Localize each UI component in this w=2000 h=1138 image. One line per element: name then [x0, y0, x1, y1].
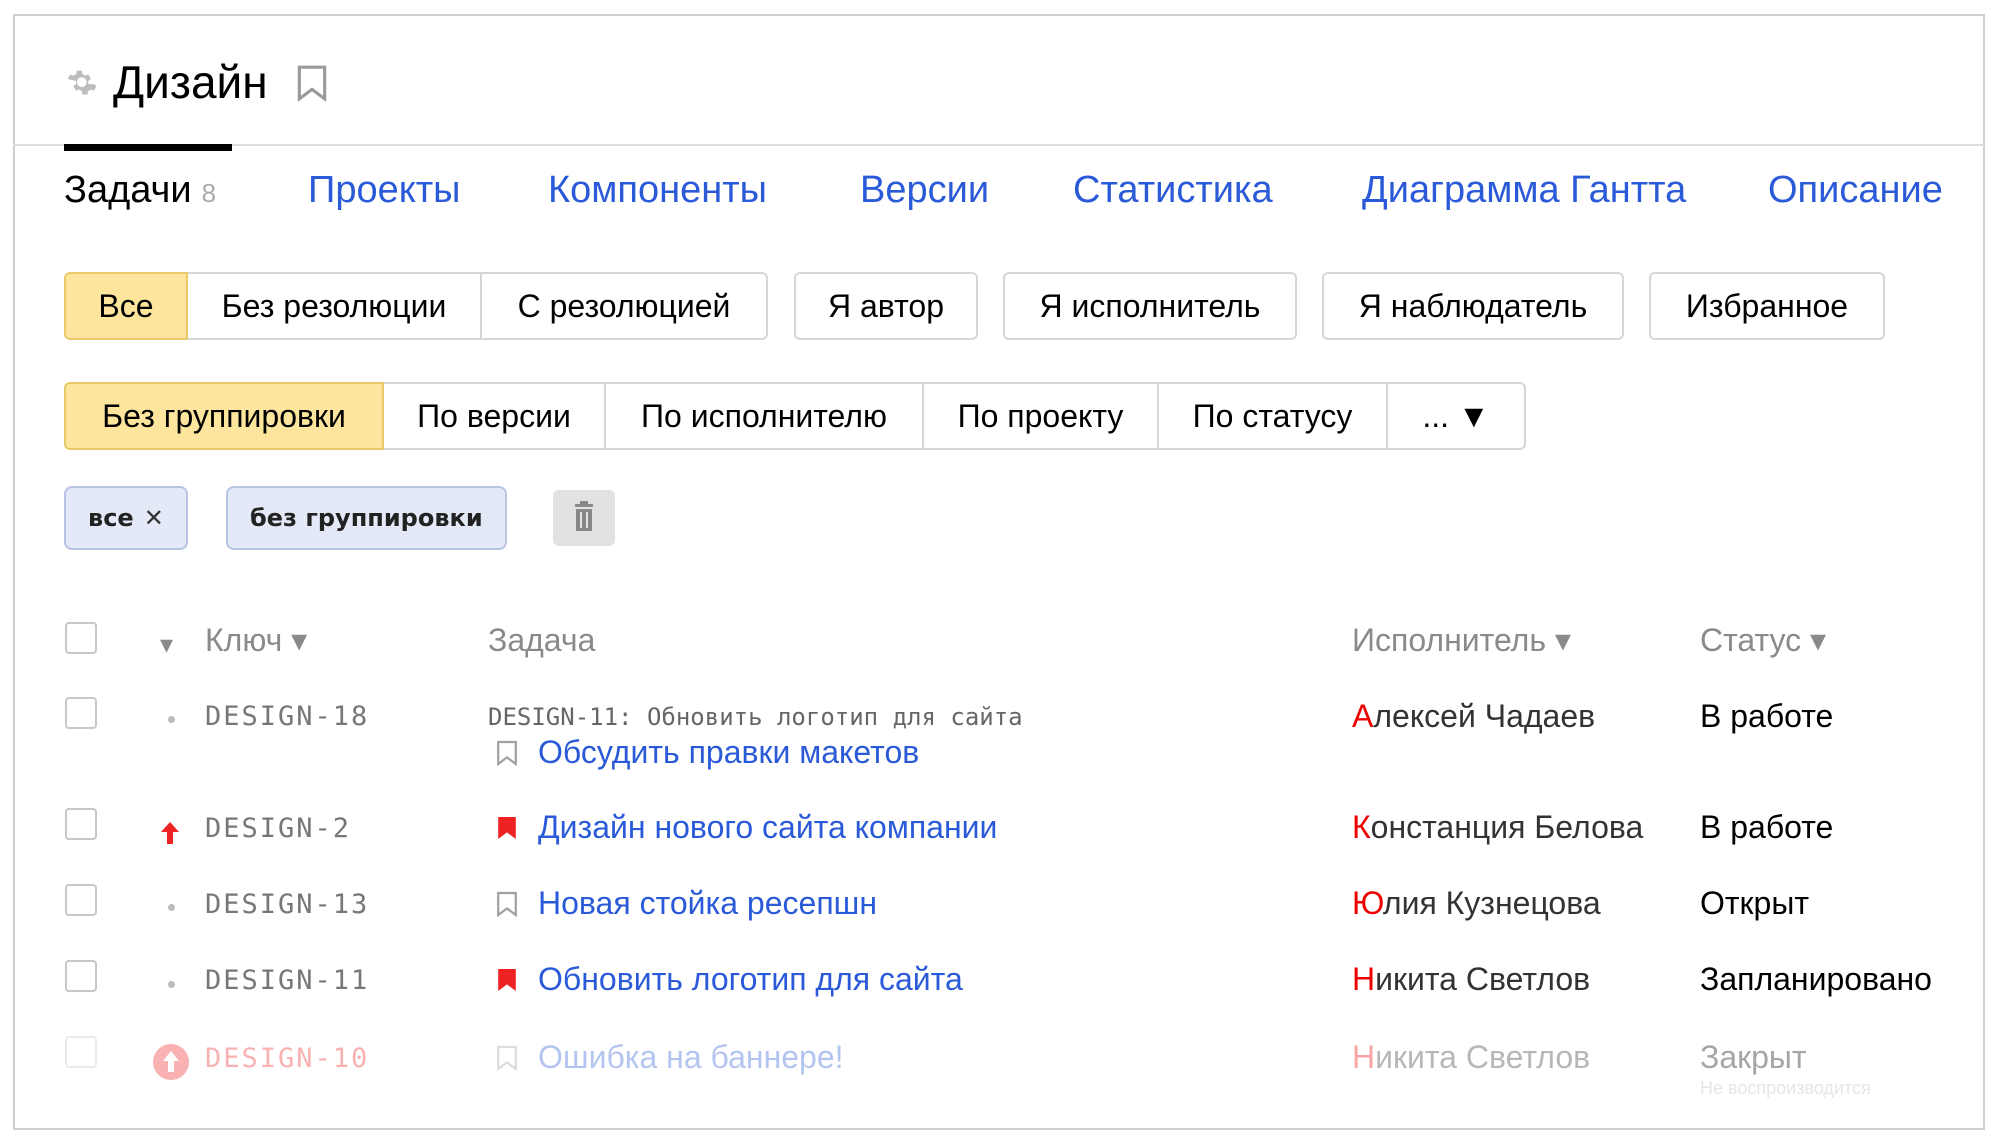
group-more-dropdown[interactable]: ... ▼ — [1386, 382, 1526, 450]
assignee-name: онстанция Белова — [1370, 809, 1644, 845]
clear-filters-button[interactable] — [553, 490, 615, 546]
role-filter-watcher: Я наблюдатель — [1322, 272, 1624, 340]
tab-description[interactable]: Описание — [1768, 166, 1943, 214]
filter-unresolved-button[interactable]: Без резолюции — [186, 272, 482, 340]
assignee-name: лия Кузнецова — [1382, 885, 1601, 921]
group-none-button[interactable]: Без группировки — [64, 382, 384, 450]
column-header-assignee[interactable]: Исполнитель ▾ — [1352, 620, 1571, 660]
assignee-name: икита Светлов — [1375, 1039, 1591, 1075]
tab-tasks[interactable]: Задачи 8 — [64, 166, 216, 217]
assignee-name: икита Светлов — [1375, 961, 1591, 997]
chip-label: без группировки — [250, 504, 483, 532]
task-link[interactable]: Обновить логотип для сайта — [538, 959, 963, 999]
status-label: В работе — [1700, 698, 1834, 734]
grouping-group: Без группировки По версии По исполнителю… — [64, 382, 1526, 450]
header-divider — [13, 144, 1985, 146]
bookmark-icon[interactable] — [496, 1044, 518, 1072]
task-link[interactable]: Обсудить правки макетов — [538, 732, 919, 772]
role-filter-favorites: Избранное — [1649, 272, 1885, 340]
select-all-checkbox[interactable] — [65, 622, 97, 654]
assignee-link[interactable]: Никита Светлов — [1352, 959, 1590, 999]
filter-all-button[interactable]: Все — [64, 272, 188, 340]
status-label: Запланировано — [1700, 961, 1932, 997]
gear-icon[interactable] — [64, 66, 98, 100]
task-link[interactable]: Дизайн нового сайта компании — [538, 807, 997, 847]
tab-gantt[interactable]: Диаграмма Гантта — [1362, 166, 1686, 214]
priority-sort-arrow[interactable]: ▾ — [160, 624, 173, 664]
assignee-link[interactable]: Констанция Белова — [1352, 807, 1643, 847]
priority-normal-icon — [168, 981, 175, 988]
filter-resolved-button[interactable]: С резолюцией — [480, 272, 768, 340]
row-checkbox[interactable] — [65, 697, 97, 729]
group-by-version-button[interactable]: По версии — [382, 382, 606, 450]
issue-key[interactable]: DESIGN-11 — [205, 965, 369, 996]
assignee-initial: А — [1352, 698, 1374, 734]
priority-high-arrow-icon — [161, 822, 179, 844]
active-tab-underline — [64, 144, 232, 151]
bookmark-icon[interactable] — [496, 890, 518, 918]
chip-filter-all[interactable]: все ✕ — [64, 486, 188, 550]
assignee-name: лексей Чадаев — [1373, 698, 1596, 734]
task-link[interactable]: Ошибка на баннере! — [538, 1037, 844, 1077]
issue-key[interactable]: DESIGN-10 — [205, 1043, 369, 1074]
tab-components[interactable]: Компоненты — [548, 166, 767, 214]
row-checkbox[interactable] — [65, 808, 97, 840]
column-header-key[interactable]: Ключ ▾ — [205, 620, 307, 660]
tab-count: 8 — [201, 178, 217, 208]
role-filter-author: Я автор — [794, 272, 978, 340]
group-by-assignee-button[interactable]: По исполнителю — [604, 382, 924, 450]
chip-label: все — [88, 504, 134, 532]
role-filter-assignee: Я исполнитель — [1003, 272, 1297, 340]
filter-i-watcher-button[interactable]: Я наблюдатель — [1322, 272, 1624, 340]
group-by-project-button[interactable]: По проекту — [922, 382, 1159, 450]
row-checkbox[interactable] — [65, 960, 97, 992]
issue-key[interactable]: DESIGN-18 — [205, 701, 369, 732]
column-header-status[interactable]: Статус ▾ — [1700, 620, 1826, 660]
bookmark-icon[interactable] — [496, 739, 518, 767]
assignee-initial: Н — [1352, 1039, 1376, 1075]
priority-critical-icon — [153, 1044, 189, 1080]
assignee-link[interactable]: Юлия Кузнецова — [1352, 883, 1601, 923]
issue-key[interactable]: DESIGN-2 — [205, 813, 351, 844]
task-link[interactable]: Новая стойка ресепшн — [538, 883, 877, 923]
assignee-initial: Ю — [1352, 885, 1383, 921]
filter-favorites-button[interactable]: Избранное — [1649, 272, 1885, 340]
chip-grouping[interactable]: без группировки — [226, 486, 507, 550]
tab-projects[interactable]: Проекты — [308, 166, 460, 214]
close-icon[interactable]: ✕ — [144, 504, 164, 532]
issue-key[interactable]: DESIGN-13 — [205, 889, 369, 920]
bookmark-filled-icon[interactable] — [496, 966, 518, 994]
status-label: Открыт — [1700, 885, 1809, 921]
bookmark-filled-icon[interactable] — [496, 814, 518, 842]
filter-i-assignee-button[interactable]: Я исполнитель — [1003, 272, 1297, 340]
resolution-filter-group: Все Без резолюции С резолюцией — [64, 272, 768, 340]
status-label: В работе — [1700, 809, 1834, 845]
status-label: Закрыт — [1700, 1039, 1807, 1075]
row-checkbox[interactable] — [65, 884, 97, 916]
assignee-initial: К — [1352, 809, 1371, 845]
assignee-link[interactable]: Алексей Чадаев — [1352, 696, 1595, 736]
resolution-label: Не воспроизводится — [1700, 1078, 1871, 1098]
row-checkbox[interactable] — [65, 1036, 97, 1068]
tab-versions[interactable]: Версии — [860, 166, 989, 214]
tab-label: Задачи — [64, 169, 192, 211]
parent-issue-link[interactable]: DESIGN-11: Обновить логотип для сайта — [488, 703, 1023, 731]
column-header-task: Задача — [488, 622, 596, 658]
assignee-initial: Н — [1352, 961, 1376, 997]
assignee-link[interactable]: Никита Светлов — [1352, 1037, 1590, 1077]
bookmark-icon[interactable] — [296, 64, 328, 102]
tab-statistics[interactable]: Статистика — [1073, 166, 1273, 214]
group-by-status-button[interactable]: По статусу — [1157, 382, 1388, 450]
filter-i-author-button[interactable]: Я автор — [794, 272, 978, 340]
priority-normal-icon — [168, 716, 175, 723]
priority-normal-icon — [168, 904, 175, 911]
trash-icon — [575, 501, 593, 531]
project-title: Дизайн — [113, 56, 268, 108]
